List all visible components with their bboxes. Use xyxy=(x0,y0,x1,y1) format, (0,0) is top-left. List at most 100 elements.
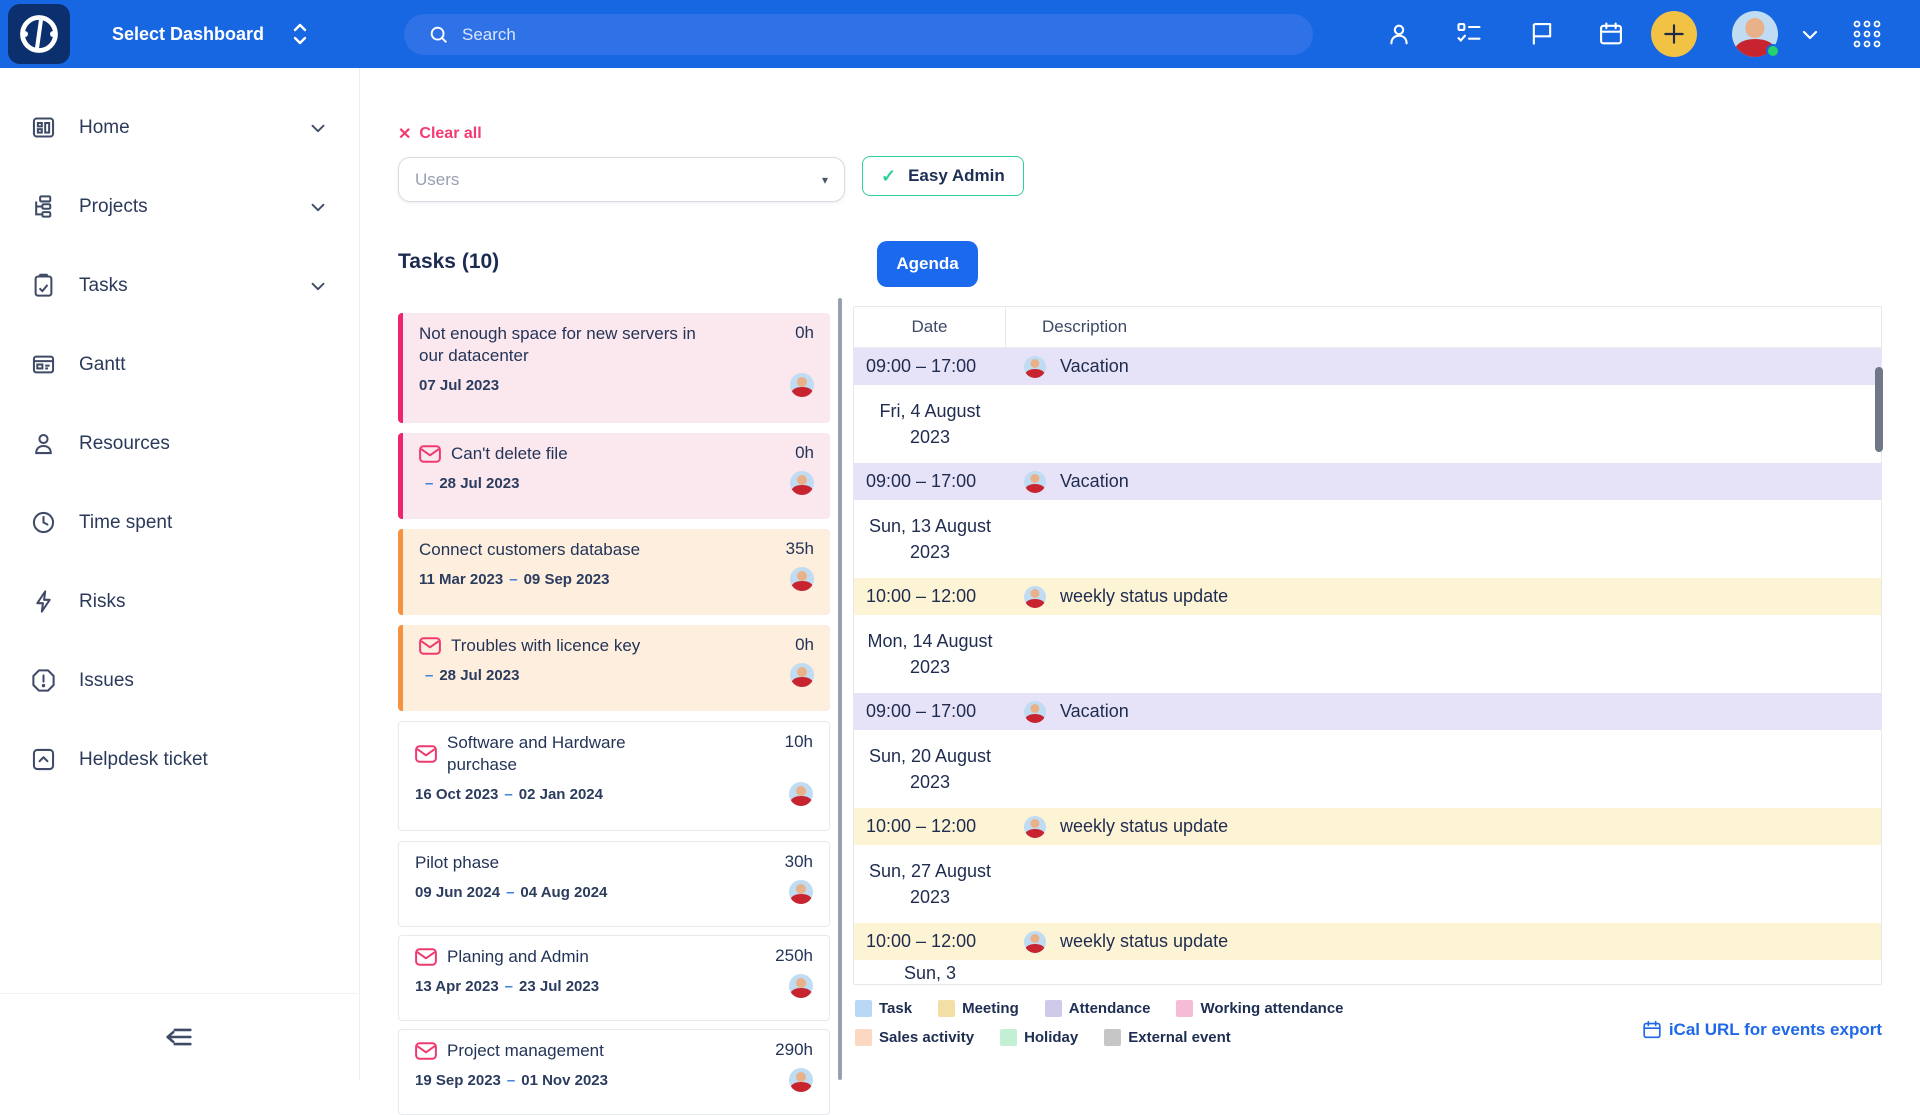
dashboard-selector[interactable]: Select Dashboard xyxy=(112,0,310,68)
sidebar-item-risks[interactable]: Risks xyxy=(0,562,359,641)
assignee-avatar xyxy=(790,471,814,495)
date-row-label: Sun, 3 September 2023 xyxy=(854,960,1006,985)
task-card[interactable]: Software and Hardware purchase 10h 16 Oc… xyxy=(398,721,830,831)
legend-label: Attendance xyxy=(1069,1000,1151,1017)
date-dash: – xyxy=(504,786,512,803)
task-title: Can't delete file xyxy=(451,443,568,465)
gantt-icon xyxy=(30,351,57,378)
task-card[interactable]: Connect customers database 35h 11 Mar 20… xyxy=(398,529,830,615)
sidebar-item-resources[interactable]: Resources xyxy=(0,404,359,483)
sidebar-item-label: Home xyxy=(79,117,130,139)
task-date-end: 09 Sep 2023 xyxy=(524,571,610,588)
chevron-down-icon xyxy=(307,117,329,139)
agenda-event-row[interactable]: 10:00 – 12:00 weekly status update xyxy=(854,808,1881,845)
select-caret-icon: ▾ xyxy=(822,173,828,187)
sidebar-item-gantt[interactable]: Gantt xyxy=(0,325,359,404)
task-hours: 10h xyxy=(785,732,813,752)
date-dash: – xyxy=(507,1072,515,1089)
task-card[interactable]: Troubles with licence key 0h – 28 Jul 20… xyxy=(398,625,830,711)
task-card[interactable]: Pilot phase 30h 09 Jun 2024 – 04 Aug 202… xyxy=(398,841,830,927)
users-placeholder: Users xyxy=(415,170,459,190)
task-date-start: 11 Mar 2023 xyxy=(419,571,503,588)
sidebar-item-issues[interactable]: Issues xyxy=(0,641,359,720)
task-hours: 35h xyxy=(786,539,814,559)
task-card[interactable]: Project management 290h 19 Sep 2023 – 01… xyxy=(398,1029,830,1115)
agenda-event-row[interactable]: 10:00 – 12:00 weekly status update xyxy=(854,578,1881,615)
agenda-event-row[interactable]: 09:00 – 17:00 Vacation xyxy=(854,463,1881,500)
event-description: weekly status update xyxy=(1060,586,1228,607)
sidebar-item-label: Gantt xyxy=(79,354,125,376)
sidebar-footer xyxy=(0,993,358,1080)
event-avatar xyxy=(1024,701,1046,723)
task-date-start: 07 Jul 2023 xyxy=(419,377,499,394)
event-avatar xyxy=(1024,586,1046,608)
assignee-avatar xyxy=(789,974,813,998)
event-description: weekly status update xyxy=(1060,931,1228,952)
assignee-avatar xyxy=(789,1068,813,1092)
legend-swatch xyxy=(1000,1029,1017,1046)
calendar-legend: Task Meeting Attendance Working attendan… xyxy=(855,1000,1344,1046)
legend-item: Attendance xyxy=(1045,1000,1151,1017)
add-button[interactable] xyxy=(1651,11,1697,57)
calendar-icon[interactable] xyxy=(1597,0,1625,68)
sidebar: Home Projects Tasks Gantt xyxy=(0,68,360,1080)
flag-icon[interactable] xyxy=(1528,0,1556,68)
date-dash: – xyxy=(509,571,517,588)
event-time: 09:00 – 17:00 xyxy=(854,356,1006,377)
app-logo[interactable] xyxy=(8,4,70,64)
agenda-scrollbar[interactable] xyxy=(1875,367,1883,452)
sidebar-item-tasks[interactable]: Tasks xyxy=(0,246,359,325)
sidebar-item-label: Issues xyxy=(79,670,134,692)
sidebar-item-projects[interactable]: Projects xyxy=(0,167,359,246)
date-dash: – xyxy=(425,667,433,684)
sidebar-item-helpdesk-ticket[interactable]: Helpdesk ticket xyxy=(0,720,359,799)
agenda-event-row[interactable]: 09:00 – 17:00 Vacation xyxy=(854,693,1881,730)
agenda-date-row: Sun, 13 August 2023 xyxy=(854,500,1881,578)
users-filter-select[interactable]: Users ▾ xyxy=(398,157,845,202)
clear-all-button[interactable]: ✕ Clear all xyxy=(398,124,482,144)
calendar-export-icon xyxy=(1641,1019,1663,1041)
assignee-avatar xyxy=(790,663,814,687)
agenda-button[interactable]: Agenda xyxy=(877,241,978,287)
assignee-avatar xyxy=(789,782,813,806)
sort-chevrons-icon xyxy=(290,21,310,47)
easy-admin-toggle[interactable]: ✓ Easy Admin xyxy=(862,156,1024,196)
chevron-down-icon xyxy=(307,275,329,297)
legend-swatch xyxy=(855,1000,872,1017)
home-dashboard-icon xyxy=(30,114,57,141)
sidebar-item-time-spent[interactable]: Time spent xyxy=(0,483,359,562)
user-menu-chevron-icon[interactable] xyxy=(1798,0,1822,68)
user-avatar[interactable] xyxy=(1732,11,1778,57)
sidebar-item-label: Time spent xyxy=(79,512,172,534)
sidebar-item-label: Tasks xyxy=(79,275,128,297)
date-dash: – xyxy=(425,475,433,492)
task-title: Not enough space for new servers in our … xyxy=(419,323,714,367)
event-avatar xyxy=(1024,931,1046,953)
collapse-sidebar-icon[interactable] xyxy=(162,1020,196,1054)
tasks-checklist-icon[interactable] xyxy=(1455,0,1483,68)
agenda-date-row: Mon, 14 August 2023 xyxy=(854,615,1881,693)
task-date-end: 28 Jul 2023 xyxy=(439,475,519,492)
task-card[interactable]: Can't delete file 0h – 28 Jul 2023 xyxy=(398,433,830,519)
search-input[interactable] xyxy=(462,25,1162,45)
online-status-dot xyxy=(1766,44,1780,58)
ical-export-link[interactable]: iCal URL for events export xyxy=(1641,1019,1882,1041)
profile-icon[interactable] xyxy=(1385,0,1413,68)
task-title: Planing and Admin xyxy=(447,946,589,968)
task-date-start: 09 Jun 2024 xyxy=(415,884,500,901)
chevron-down-icon xyxy=(307,196,329,218)
task-card[interactable]: Planing and Admin 250h 13 Apr 2023 – 23 … xyxy=(398,935,830,1021)
task-date-end: 23 Jul 2023 xyxy=(519,978,599,995)
assignee-avatar xyxy=(789,880,813,904)
legend-item: External event xyxy=(1104,1029,1231,1046)
agenda-event-row[interactable]: 10:00 – 12:00 weekly status update xyxy=(854,923,1881,960)
app-root: Select Dashboard xyxy=(0,0,1920,1080)
sidebar-item-home[interactable]: Home xyxy=(0,88,359,167)
envelope-icon xyxy=(419,637,441,655)
agenda-event-row[interactable]: 09:00 – 17:00 Vacation xyxy=(854,348,1881,385)
task-date-end: 04 Aug 2024 xyxy=(520,884,607,901)
apps-grid-icon[interactable] xyxy=(1852,0,1882,68)
search-bar xyxy=(404,14,1313,55)
tasks-scrollbar[interactable] xyxy=(838,298,842,1080)
task-card[interactable]: Not enough space for new servers in our … xyxy=(398,313,830,423)
